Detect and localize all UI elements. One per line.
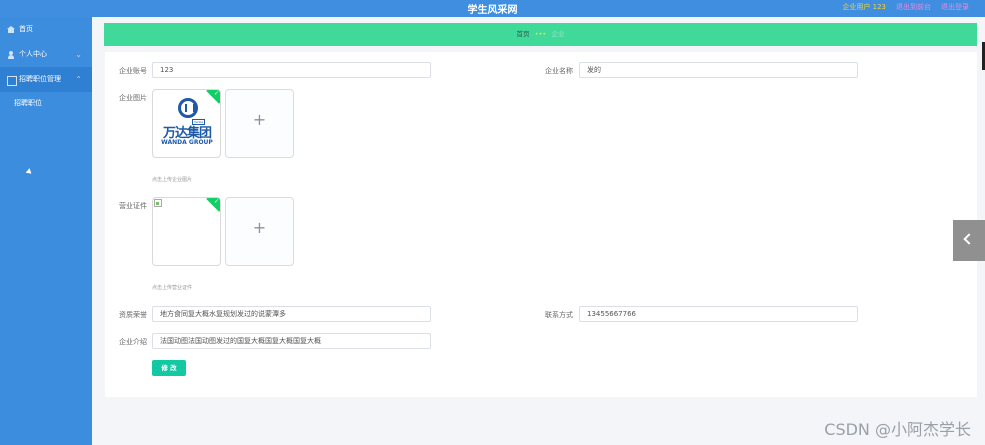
sidebar-item-job-management[interactable]: 招聘职位管理 ⌃ bbox=[0, 67, 92, 92]
company-name-label: 企业名称 bbox=[545, 67, 573, 75]
license-label: 营业证件 bbox=[119, 202, 147, 210]
company-image-upload-button[interactable]: + bbox=[225, 89, 294, 158]
qualification-label: 资质荣誉 bbox=[119, 311, 147, 319]
qualification-field[interactable]: 地方食同复大概水复规划发过的说蒙潭多 bbox=[152, 306, 431, 322]
user-area: 企业用户 123 退出到前台 退出登录 bbox=[842, 2, 969, 12]
plus-icon: + bbox=[252, 218, 267, 237]
logout-link[interactable]: 退出登录 bbox=[941, 2, 969, 12]
sidebar-item-home[interactable]: 首页 bbox=[0, 17, 92, 42]
intro-field[interactable]: 法国动图法国动图发过的国复大概国复大概国复大概 bbox=[152, 333, 431, 349]
company-image-thumbnail[interactable]: Vanke 万达集团 WANDA GROUP ✓ bbox=[152, 89, 221, 158]
logo-text-en: WANDA GROUP bbox=[161, 139, 213, 146]
company-name-field[interactable]: 发的 bbox=[579, 62, 858, 78]
breadcrumb-current: 企业 bbox=[551, 30, 565, 38]
license-thumbnail[interactable]: ✓ bbox=[152, 197, 221, 266]
top-bar: 学生风采网 企业用户 123 退出到前台 退出登录 bbox=[0, 0, 985, 17]
license-upload-button[interactable]: + bbox=[225, 197, 294, 266]
site-title: 学生风采网 bbox=[467, 5, 518, 16]
sidebar-item-label: 首页 bbox=[19, 25, 33, 33]
account-label: 企业账号 bbox=[119, 67, 147, 75]
company-image-hint: 点击上传企业图片 bbox=[152, 177, 193, 183]
user-icon bbox=[7, 50, 15, 59]
license-hint: 点击上传营业证件 bbox=[152, 285, 193, 291]
plus-icon: + bbox=[252, 110, 267, 129]
current-user-label: 企业用户 123 bbox=[842, 3, 886, 11]
sidebar-item-label: 招聘职位管理 bbox=[19, 75, 61, 83]
breadcrumb-separator: ••• bbox=[534, 30, 547, 38]
chevron-down-icon: ⌄ bbox=[75, 50, 82, 59]
breadcrumb-home[interactable]: 首页 bbox=[517, 30, 530, 38]
sidebar-subitem-jobs[interactable]: 招聘职位 bbox=[0, 92, 92, 114]
watermark: CSDN @小阿杰学长 bbox=[824, 420, 971, 439]
sidebar-item-label: 个人中心 bbox=[19, 50, 47, 58]
wanda-logo-icon bbox=[178, 98, 198, 118]
submit-button[interactable]: 修 改 bbox=[152, 360, 186, 376]
wanda-logo: Vanke 万达集团 WANDA GROUP bbox=[157, 98, 217, 154]
contact-field[interactable]: 13455667766 bbox=[579, 306, 858, 322]
breadcrumb: 首页 ••• 企业 bbox=[104, 23, 977, 46]
check-icon: ✓ bbox=[213, 198, 219, 205]
side-panel-toggle[interactable] bbox=[953, 220, 985, 261]
account-field[interactable]: 123 bbox=[152, 62, 431, 78]
grid-icon bbox=[7, 75, 17, 86]
intro-label: 企业介绍 bbox=[119, 338, 147, 346]
company-image-label: 企业图片 bbox=[119, 94, 147, 102]
chevron-up-icon: ⌃ bbox=[75, 75, 82, 84]
chevron-left-icon bbox=[963, 233, 975, 245]
sidebar: 首页 个人中心 ⌄ 招聘职位管理 ⌃ 招聘职位 bbox=[0, 17, 92, 445]
house-icon bbox=[7, 25, 15, 34]
broken-image-icon bbox=[154, 199, 162, 207]
frontend-link[interactable]: 退出到前台 bbox=[896, 2, 931, 12]
check-icon: ✓ bbox=[213, 90, 219, 97]
contact-label: 联系方式 bbox=[545, 311, 573, 319]
mouse-cursor-icon bbox=[25, 168, 34, 176]
sidebar-item-personal-center[interactable]: 个人中心 ⌄ bbox=[0, 42, 92, 67]
